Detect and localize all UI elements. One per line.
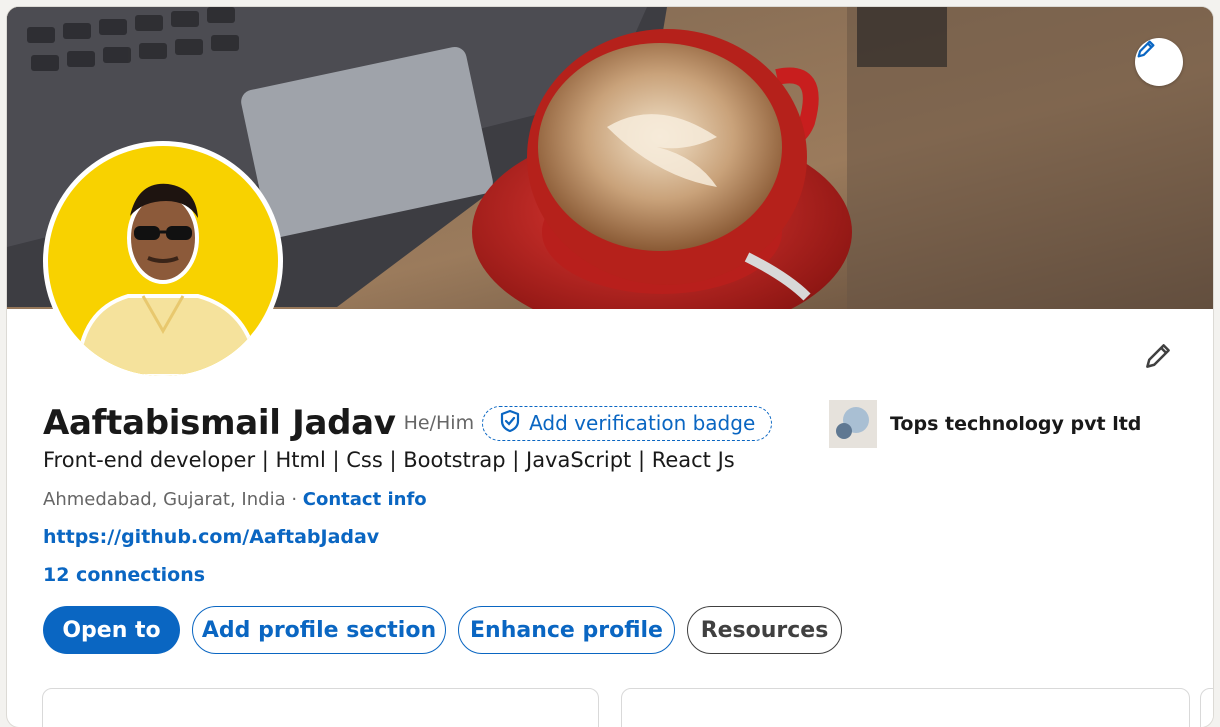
providing-services-card[interactable] <box>621 688 1190 727</box>
company-name: Tops technology pvt ltd <box>890 413 1142 435</box>
profile-actions: Open to Add profile section Enhance prof… <box>43 606 842 654</box>
separator: · <box>285 489 303 510</box>
location: Ahmedabad, Gujarat, India <box>43 489 286 510</box>
name-row: Aaftabismail Jadav He/Him Add verificati… <box>43 403 773 443</box>
pencil-icon <box>1143 341 1173 375</box>
add-profile-section-button[interactable]: Add profile section <box>192 606 446 654</box>
profile-card: Aaftabismail Jadav He/Him Add verificati… <box>7 7 1213 727</box>
enhance-profile-button[interactable]: Enhance profile <box>458 606 675 654</box>
company-logo <box>829 400 877 448</box>
open-to-work-card[interactable] <box>42 688 599 727</box>
contact-info-link[interactable]: Contact info <box>303 489 427 510</box>
edit-cover-button[interactable] <box>1135 38 1183 86</box>
shield-check-icon <box>499 409 521 438</box>
add-verification-badge-button[interactable]: Add verification badge <box>482 405 773 441</box>
connections-link[interactable]: 12 connections <box>43 564 205 586</box>
profile-name: Aaftabismail Jadav <box>43 403 396 443</box>
open-to-button[interactable]: Open to <box>43 606 180 654</box>
current-company[interactable]: Tops technology pvt ltd <box>829 400 1141 448</box>
resources-button[interactable]: Resources <box>687 606 842 654</box>
website-link[interactable]: https://github.com/AaftabJadav <box>43 526 379 548</box>
pronouns: He/Him <box>403 412 475 434</box>
profile-headline: Front-end developer | Html | Css | Boots… <box>43 448 735 472</box>
location-row: Ahmedabad, Gujarat, India · Contact info <box>43 489 427 510</box>
next-card[interactable] <box>1200 688 1213 727</box>
edit-intro-button[interactable] <box>1140 340 1176 376</box>
verification-badge-label: Add verification badge <box>529 411 756 435</box>
profile-photo[interactable] <box>43 141 283 381</box>
